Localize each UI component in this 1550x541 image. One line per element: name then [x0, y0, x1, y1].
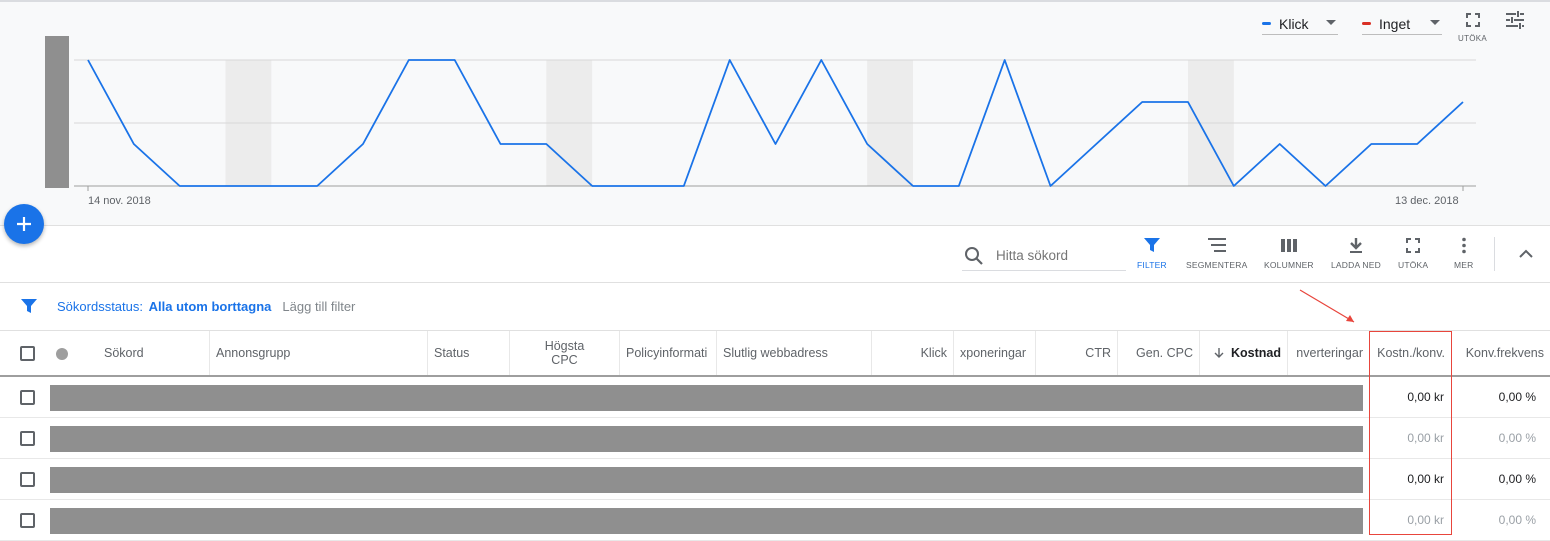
toolbar-divider: [1494, 237, 1495, 271]
conv-rate-cell: 0,00 %: [1498, 472, 1536, 486]
header-clicks[interactable]: Klick: [872, 331, 954, 375]
columns-icon: [1280, 239, 1297, 252]
header-final-url[interactable]: Slutlig webbadress: [717, 331, 872, 375]
keywords-table: Sökord Annonsgrupp Status Högsta CPC Pol…: [0, 331, 1550, 541]
header-keyword[interactable]: Sökord: [98, 331, 210, 375]
filter-status-value: Alla utom borttagna: [148, 299, 272, 314]
chevron-up-icon: [1519, 249, 1533, 258]
table-row[interactable]: 0,00 kr 0,00 %: [0, 459, 1550, 500]
row-checkbox[interactable]: [20, 513, 35, 528]
table-row[interactable]: 0,00 kr 0,00 %: [0, 418, 1550, 459]
download-label: LADDA NED: [1331, 260, 1381, 270]
search-input[interactable]: [996, 248, 1116, 263]
more-vert-icon: [1461, 237, 1466, 254]
redacted-row-content: [50, 426, 1363, 452]
header-ctr[interactable]: CTR: [1036, 331, 1118, 375]
conv-rate-cell: 0,00 %: [1498, 513, 1536, 527]
x-axis-start-label: 14 nov. 2018: [88, 195, 151, 207]
conv-rate-cell: 0,00 %: [1498, 431, 1536, 445]
x-axis-end-label: 13 dec. 2018: [1395, 195, 1459, 207]
table-header: Sökord Annonsgrupp Status Högsta CPC Pol…: [0, 331, 1550, 377]
row-checkbox[interactable]: [20, 390, 35, 405]
header-keyword-label: Sökord: [104, 346, 144, 360]
header-impressions[interactable]: xponeringar: [954, 331, 1036, 375]
arrow-down-icon: [1214, 348, 1224, 358]
line-chart: [74, 59, 1476, 191]
columns-label: KOLUMNER: [1264, 260, 1314, 270]
more-label: MER: [1454, 260, 1474, 270]
download-button[interactable]: LADDA NED: [1331, 237, 1381, 270]
header-cost-label: Kostnad: [1231, 346, 1281, 360]
row-checkbox[interactable]: [20, 431, 35, 446]
header-adgroup-label: Annonsgrupp: [216, 346, 291, 360]
header-cost[interactable]: Kostnad: [1200, 331, 1288, 375]
header-status-label: Status: [434, 346, 470, 360]
download-icon: [1349, 238, 1362, 253]
segment-icon: [1207, 238, 1226, 252]
header-ctr-label: CTR: [1085, 346, 1111, 360]
segment-button[interactable]: SEGMENTERA: [1186, 237, 1248, 270]
header-policy-label: Policyinformati: [626, 346, 708, 360]
select-all-checkbox[interactable]: [20, 346, 35, 361]
header-conv-rate[interactable]: Konv.frekvens: [1452, 331, 1550, 375]
highlight-box: [1369, 331, 1452, 535]
more-button[interactable]: MER: [1454, 237, 1474, 270]
table-toolbar: FILTER SEGMENTERA KOLUMNER LADDA NED UTÖ…: [0, 227, 1550, 283]
expand-table-button[interactable]: UTÖKA: [1398, 237, 1428, 270]
performance-chart-panel: Klick Inget UTÖKA 14 nov. 2018 13 dec. 2…: [0, 0, 1550, 226]
filter-button[interactable]: FILTER: [1137, 237, 1167, 270]
redacted-row-content: [50, 508, 1363, 534]
header-impressions-label: xponeringar: [960, 346, 1027, 360]
header-avg-cpc[interactable]: Gen. CPC: [1118, 331, 1200, 375]
row-checkbox[interactable]: [20, 472, 35, 487]
redacted-row-content: [50, 385, 1363, 411]
search-icon: [965, 246, 983, 265]
header-adgroup[interactable]: Annonsgrupp: [210, 331, 428, 375]
columns-button[interactable]: KOLUMNER: [1264, 237, 1314, 270]
filter-status-label: Sökordsstatus:: [57, 299, 143, 314]
segment-label: SEGMENTERA: [1186, 260, 1248, 270]
conv-rate-cell: 0,00 %: [1498, 390, 1536, 404]
header-clicks-label: Klick: [920, 346, 947, 360]
expand-table-label: UTÖKA: [1398, 260, 1429, 270]
add-filter-link[interactable]: Lägg till filter: [282, 299, 355, 314]
table-row[interactable]: 0,00 kr 0,00 %: [0, 377, 1550, 418]
header-final-url-label: Slutlig webbadress: [723, 346, 828, 360]
annotation-arrow: [1299, 289, 1355, 323]
header-status[interactable]: Status: [428, 331, 510, 375]
header-conv-rate-label: Konv.frekvens: [1465, 346, 1544, 360]
header-policy[interactable]: Policyinformati: [620, 331, 717, 375]
table-row[interactable]: 0,00 kr 0,00 %: [0, 500, 1550, 541]
header-max-cpc[interactable]: Högsta CPC: [510, 331, 620, 375]
status-dot-icon: [56, 348, 68, 360]
header-conversions-label: nverteringar: [1296, 346, 1363, 360]
filter-label: FILTER: [1137, 260, 1167, 270]
keyword-search[interactable]: [962, 241, 1126, 271]
header-conversions[interactable]: nverteringar: [1288, 331, 1370, 375]
filter-icon: [21, 299, 37, 313]
collapse-button[interactable]: [1518, 247, 1534, 265]
redacted-row-content: [50, 467, 1363, 493]
header-avg-cpc-label: Gen. CPC: [1136, 346, 1193, 360]
active-filter-chip[interactable]: Sökordsstatus: Alla utom borttagna: [57, 299, 271, 314]
filter-icon: [1143, 238, 1160, 252]
header-max-cpc-label: Högsta CPC: [544, 339, 585, 367]
fullscreen-icon: [1406, 238, 1421, 253]
